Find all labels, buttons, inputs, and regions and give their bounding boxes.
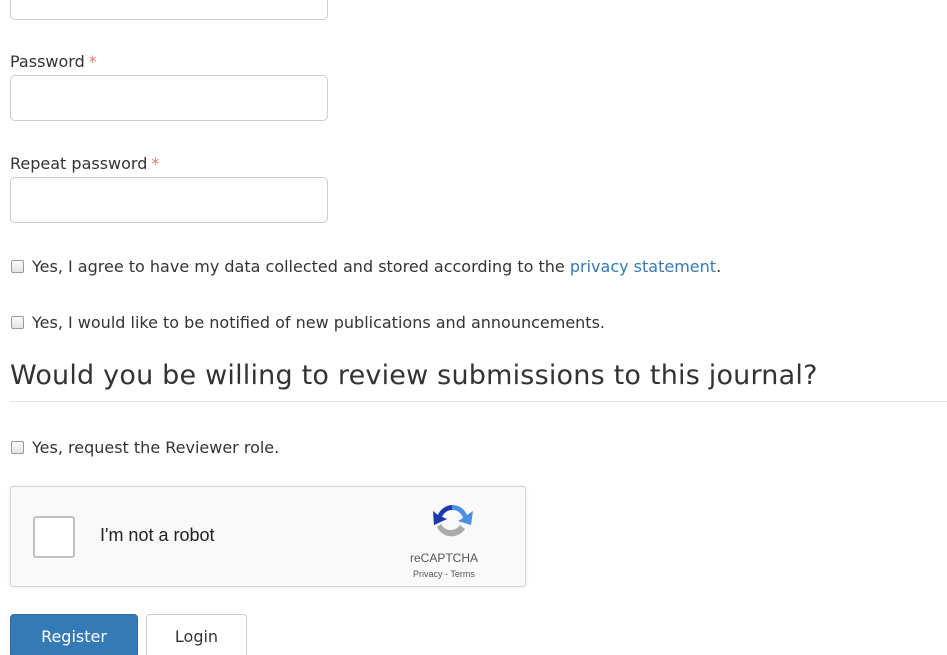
password-required-mark: *	[88, 52, 97, 71]
privacy-consent-suffix: .	[716, 257, 722, 276]
recaptcha-links: Privacy - Terms	[413, 569, 475, 579]
privacy-consent-row: Yes, I agree to have my data collected a…	[11, 257, 721, 276]
recaptcha-logo-icon	[433, 504, 473, 537]
repeat-password-label: Repeat password *	[10, 154, 159, 173]
register-button[interactable]: Register	[10, 614, 138, 655]
registration-form-page: Password * Repeat password * Yes, I agree …	[0, 0, 947, 655]
section-divider	[10, 401, 947, 402]
recaptcha-brand: reCAPTCHA	[410, 551, 479, 565]
password-label-text: Password	[10, 52, 85, 71]
privacy-consent-text: Yes, I agree to have my data collected a…	[32, 257, 565, 276]
recaptcha-label: I'm not a robot	[100, 525, 215, 545]
reviewer-role-checkbox[interactable]	[11, 441, 24, 454]
reviewer-role-text: Yes, request the Reviewer role.	[32, 438, 280, 457]
password-input[interactable]	[10, 75, 328, 121]
repeat-password-label-text: Repeat password	[10, 154, 148, 173]
notify-consent-text: Yes, I would like to be notified of new …	[32, 313, 605, 332]
previous-field-input[interactable]	[10, 0, 328, 20]
login-button[interactable]: Login	[146, 614, 247, 655]
privacy-statement-link[interactable]: privacy statement	[570, 257, 716, 276]
recaptcha-widget: I'm not a robot reCAPTCHA Privacy - Term…	[10, 486, 526, 587]
notify-consent-checkbox[interactable]	[11, 316, 24, 329]
recaptcha-privacy-link[interactable]: Privacy	[413, 569, 443, 579]
reviewer-role-row: Yes, request the Reviewer role.	[11, 438, 279, 457]
repeat-password-input[interactable]	[10, 177, 328, 223]
password-label: Password *	[10, 52, 97, 71]
reviewer-section-heading: Would you be willing to review submissio…	[10, 360, 818, 391]
repeat-password-required-mark: *	[151, 154, 160, 173]
recaptcha-terms-link[interactable]: Terms	[450, 569, 475, 579]
recaptcha-checkbox[interactable]	[33, 516, 75, 558]
notify-consent-row: Yes, I would like to be notified of new …	[11, 313, 605, 332]
privacy-consent-checkbox[interactable]	[11, 260, 24, 273]
